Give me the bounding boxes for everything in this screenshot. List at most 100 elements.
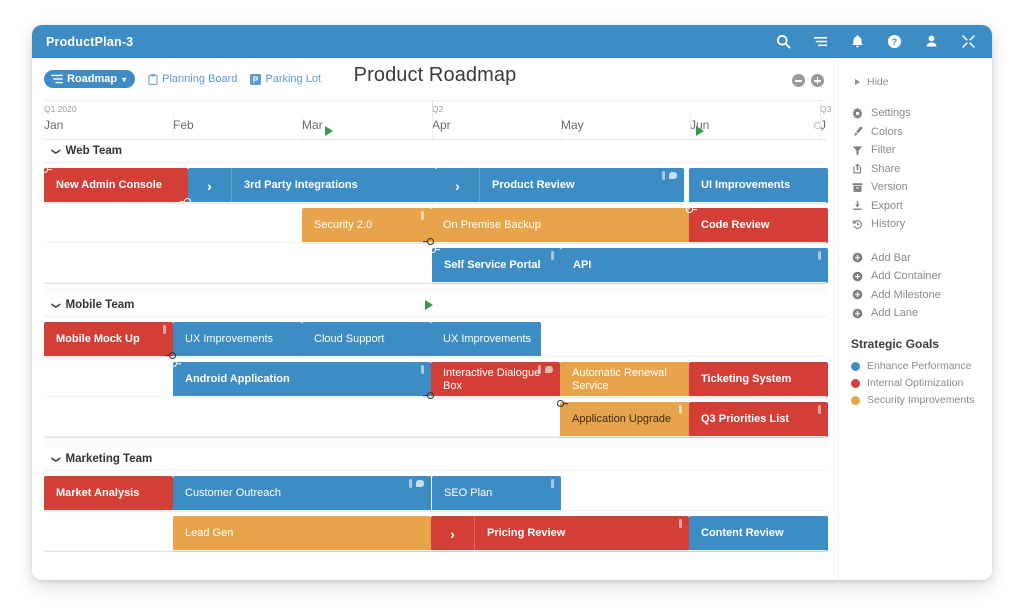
attachment-icon[interactable]: [538, 365, 541, 374]
timeline-flag-mar[interactable]: [325, 126, 333, 136]
lane-title: Marketing Team: [66, 453, 153, 465]
bar-label: Market Analysis: [56, 487, 139, 499]
roadmap-bar[interactable]: Application Upgrade: [560, 402, 689, 437]
roadmap-bar[interactable]: ›Pricing Review: [431, 516, 689, 551]
bar-chevron-right-icon[interactable]: ›: [188, 168, 232, 203]
roadmap-bar[interactable]: Q3 Priorities List: [689, 402, 828, 437]
attachment-icon[interactable]: [818, 251, 821, 260]
view-tab-parking-lot[interactable]: PParking Lot: [250, 73, 321, 85]
roadmap-bar[interactable]: Mobile Mock Up: [44, 322, 173, 357]
attachment-icon[interactable]: [679, 519, 682, 528]
milestone-handle[interactable]: [427, 392, 434, 399]
bar-label: UI Improvements: [701, 179, 790, 191]
strategic-goal-item[interactable]: Internal Optimization: [851, 375, 992, 392]
lane-header[interactable]: ❯ Marketing Team: [44, 448, 826, 471]
menu-item-colors[interactable]: Colors: [851, 123, 992, 142]
roadmap-bar[interactable]: Self Service Portal: [432, 248, 561, 283]
timeline-header[interactable]: Q1 2020Q2Q3JanFebMarAprMayJunJ: [44, 100, 826, 140]
roadmap-bar[interactable]: Customer Outreach: [173, 476, 431, 511]
timeline-flag-jun[interactable]: [696, 126, 704, 136]
milestone-handle[interactable]: [557, 400, 564, 407]
view-tab-roadmap[interactable]: Roadmap▾: [44, 70, 135, 88]
menu-item-filter[interactable]: Filter: [851, 141, 992, 160]
milestone-handle[interactable]: [686, 206, 693, 213]
fullscreen-expand-icon[interactable]: [961, 34, 976, 49]
view-tab-planning-board[interactable]: Planning Board: [148, 73, 237, 85]
milestone-handle[interactable]: [170, 360, 177, 367]
attachment-icon[interactable]: [409, 479, 412, 488]
roadmap-bar[interactable]: Interactive Dialogue Box: [431, 362, 560, 397]
comment-bubble-icon[interactable]: [545, 366, 553, 373]
notification-bell-icon[interactable]: [850, 34, 865, 49]
milestone-handle[interactable]: [41, 166, 48, 173]
roadmap-bar[interactable]: Market Analysis: [44, 476, 173, 511]
search-icon[interactable]: [776, 34, 791, 49]
lane-body: Market Analysis Customer OutreachSEO Plan…: [44, 471, 826, 551]
roadmap-bar[interactable]: ›3rd Party Integrations: [188, 168, 436, 203]
lane-divider: [44, 283, 826, 284]
roadmap-bar[interactable]: Content Review: [689, 516, 828, 551]
bar-chevron-right-icon[interactable]: ›: [431, 516, 475, 551]
menu-item-settings[interactable]: Settings: [851, 104, 992, 123]
attachment-icon[interactable]: [551, 251, 554, 260]
chevron-down-icon[interactable]: ❯: [51, 455, 60, 463]
zoom-in-button[interactable]: [811, 74, 824, 87]
roadmap-bar[interactable]: ›Product Review: [436, 168, 684, 203]
strategic-goal-item[interactable]: Security Improvements: [851, 392, 992, 409]
roadmap-bar[interactable]: UX Improvements: [431, 322, 541, 357]
roadmap-bar[interactable]: Cloud Support: [302, 322, 431, 357]
comment-bubble-icon[interactable]: [669, 172, 677, 179]
filter-sliders-icon[interactable]: [813, 34, 828, 49]
lane-row: Lead Gen›Pricing ReviewContent Review: [44, 511, 826, 551]
roadmap-bar[interactable]: New Admin Console: [44, 168, 188, 203]
zoom-out-button[interactable]: [792, 74, 805, 87]
roadmap-bar[interactable]: Automatic Renewal Service: [560, 362, 689, 397]
chevron-down-icon[interactable]: ❯: [51, 301, 60, 309]
roadmap-bar[interactable]: UX Improvements: [173, 322, 302, 357]
roadmap-bar[interactable]: Android Application: [173, 362, 431, 397]
roadmap-bar[interactable]: SEO Plan: [432, 476, 561, 511]
attachment-icon[interactable]: [163, 325, 166, 334]
menu-item-label: Colors: [871, 126, 903, 138]
menu-item-add-container[interactable]: Add Container: [851, 267, 992, 286]
milestone-handle[interactable]: [169, 352, 176, 359]
menu-item-add-lane[interactable]: Add Lane: [851, 304, 992, 323]
attachment-icon[interactable]: [679, 405, 682, 414]
roadmap-bar[interactable]: Code Review: [689, 208, 828, 243]
roadmap-bar[interactable]: API: [561, 248, 828, 283]
menu-item-version[interactable]: Version: [851, 178, 992, 197]
bar-badges: [818, 405, 821, 414]
timeline-month-label: Mar: [302, 118, 323, 132]
attachment-icon[interactable]: [662, 171, 665, 180]
menu-item-add-bar[interactable]: Add Bar: [851, 249, 992, 268]
bar-chevron-right-icon[interactable]: ›: [436, 168, 480, 203]
strategic-goal-item[interactable]: Enhance Performance: [851, 358, 992, 375]
attachment-icon[interactable]: [818, 405, 821, 414]
comment-bubble-icon[interactable]: [416, 480, 424, 487]
attachment-icon[interactable]: [421, 365, 424, 374]
milestone-handle[interactable]: [427, 238, 434, 245]
roadmap-bar[interactable]: On Premise Backup: [431, 208, 689, 243]
roadmap-bar[interactable]: Ticketing System: [689, 362, 828, 397]
roadmap-bar[interactable]: Security 2.0: [302, 208, 431, 243]
help-question-icon[interactable]: ?: [887, 34, 902, 49]
user-account-icon[interactable]: [924, 34, 939, 49]
lane-header[interactable]: ❯Web Team: [44, 140, 826, 163]
roadmap-bar[interactable]: Lead Gen: [173, 516, 431, 551]
menu-item-share[interactable]: Share: [851, 160, 992, 179]
timeline-month-label: Apr: [432, 118, 451, 132]
goal-label: Security Improvements: [867, 394, 974, 406]
milestone-handle[interactable]: [184, 198, 191, 205]
milestone-handle[interactable]: [429, 246, 436, 253]
attachment-icon[interactable]: [551, 479, 554, 488]
menu-item-history[interactable]: History: [851, 215, 992, 234]
lane-flag-marker[interactable]: [425, 300, 433, 310]
lane-header[interactable]: ❯Mobile Team: [44, 294, 826, 317]
menu-item-add-milestone[interactable]: Add Milestone: [851, 286, 992, 305]
chevron-down-icon[interactable]: ❯: [51, 147, 60, 155]
roadmap-bar[interactable]: UI Improvements: [689, 168, 828, 203]
attachment-icon[interactable]: [421, 211, 424, 220]
hide-sidebar-button[interactable]: Hide: [851, 76, 992, 88]
chevron-down-icon[interactable]: ▾: [122, 75, 126, 84]
menu-item-export[interactable]: Export: [851, 197, 992, 216]
